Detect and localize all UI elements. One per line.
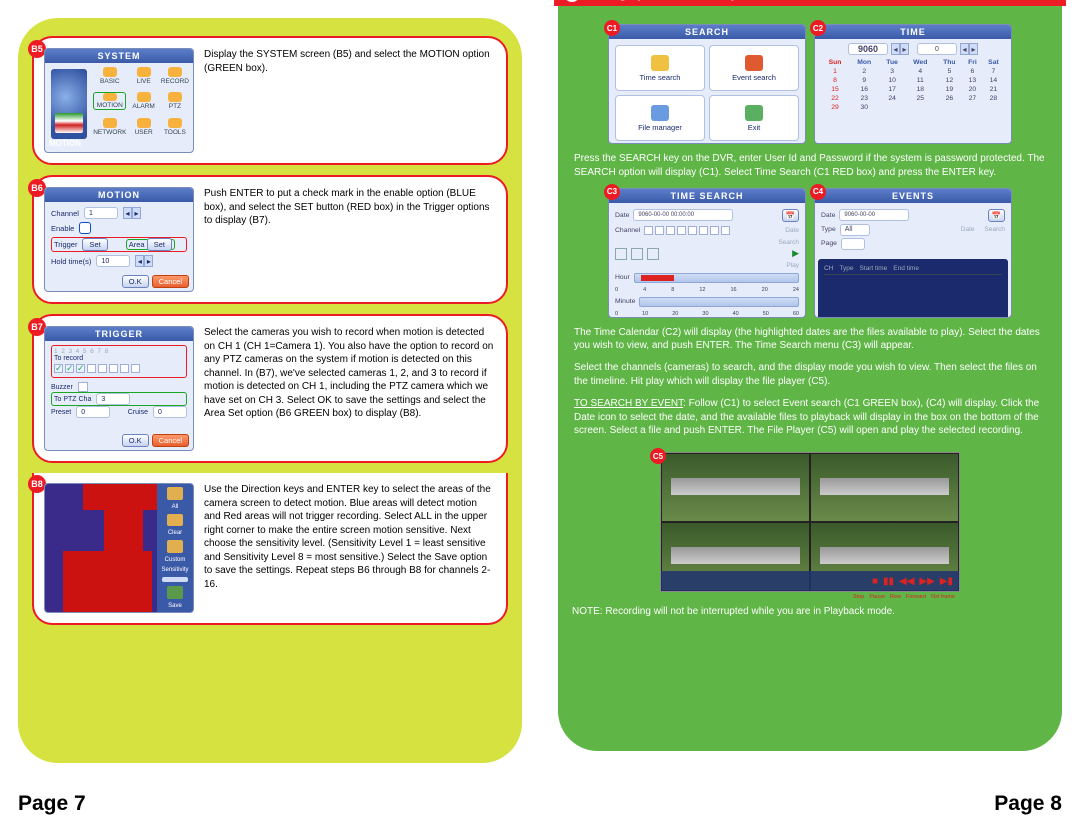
date-icon: 📅 xyxy=(988,209,1005,222)
ok-button: O.K xyxy=(122,434,149,447)
screenshot-time-search: TIME SEARCH Date9060-00-00 00:00:00📅 Cha… xyxy=(608,188,806,318)
event-search-item: Event search xyxy=(709,45,799,91)
record-icon: RECORD xyxy=(161,67,189,85)
buzzer-checkbox xyxy=(78,382,88,392)
channel-field: 1 xyxy=(84,207,118,219)
motion-title: MOTION xyxy=(45,188,193,202)
b7-text: Select the cameras you wish to record wh… xyxy=(204,326,496,421)
step-b7: B7 TRIGGER 1 2 3 4 5 6 7 8 To record Buz… xyxy=(32,314,508,463)
para-c2: The Time Calendar (C2) will display (the… xyxy=(574,326,1046,354)
para-c4: TO SEARCH BY EVENTTO SEARCH BY EVENT: Fo… xyxy=(574,397,1046,438)
alarm-icon: ALARM xyxy=(132,92,154,110)
page-number-right: Page 8 xyxy=(994,792,1062,816)
b6-text: Push ENTER to put a check mark in the en… xyxy=(204,187,496,228)
events-list: CHTypeStart timeEnd time xyxy=(818,259,1008,318)
enable-checkbox xyxy=(79,222,91,234)
badge-c3: C3 xyxy=(604,184,620,200)
badge-c1: C1 xyxy=(604,20,620,36)
player-controls: ■ ▮▮ ◀◀ ▶▶ ▶▮ xyxy=(661,571,959,591)
screenshot-motion: MOTION Channel1◂▸ Enable TriggerSetArea … xyxy=(44,187,194,292)
screenshot-time-cal: TIME 9060◂▸ 0◂▸ SunMonTueWedThuFriSat 12… xyxy=(814,24,1012,144)
step-b6: B6 MOTION Channel1◂▸ Enable TriggerSetAr… xyxy=(32,175,508,304)
screenshot-search: SEARCH Time search Event search File man… xyxy=(608,24,806,144)
file-manager-item: File manager xyxy=(615,95,705,141)
step-b5: B5 SYSTEM BASIC LIVE RECORD MOTION ALARM… xyxy=(32,36,508,165)
save-icon xyxy=(167,586,183,599)
para-c1: Press the SEARCH key on the DVR, enter U… xyxy=(574,152,1046,180)
screenshot-system: SYSTEM BASIC LIVE RECORD MOTION ALARM PT… xyxy=(44,48,194,153)
page-number-left: Page 7 xyxy=(18,792,86,816)
next-frame-icon: ▶▮ xyxy=(940,576,953,587)
sensitivity-slider xyxy=(162,577,188,582)
cancel-button: Cancel xyxy=(152,434,189,447)
exit-icon xyxy=(745,105,763,121)
stop-icon: ■ xyxy=(872,576,878,587)
custom-icon xyxy=(167,540,183,553)
pause-icon: ▮▮ xyxy=(883,576,894,587)
screenshot-events: EVENTS Date9060-00-00📅 TypeAllDate Searc… xyxy=(814,188,1012,318)
folder-icon xyxy=(651,105,669,121)
motion-side-panel: All Clear Custom Sensitivity Save xyxy=(157,484,193,612)
holdtime-field: 10 xyxy=(96,255,130,267)
basic-icon: BASIC xyxy=(93,67,126,85)
rew-icon: ◀◀ xyxy=(899,576,914,587)
calendar-table: SunMonTueWedThuFriSat 1234567 8910111213… xyxy=(821,58,1005,112)
event-icon xyxy=(745,55,763,71)
badge-c4: C4 xyxy=(810,184,826,200)
area-set-button: Set xyxy=(147,238,172,251)
para-c3: Select the channels (cameras) to search,… xyxy=(574,361,1046,389)
network-icon: NETWORK xyxy=(93,118,126,136)
user-icon: USER xyxy=(132,118,154,136)
playback-note: NOTE: Recording will not be interrupted … xyxy=(572,606,1048,617)
record-channel-checks xyxy=(54,364,184,373)
step-b8: B8 All Clear Custom Sensitivity Save Use… xyxy=(32,473,508,625)
motion-icon: MOTION xyxy=(93,92,126,110)
all-icon xyxy=(167,487,183,500)
system-title: SYSTEM xyxy=(45,49,193,63)
system-preview-graphic xyxy=(51,69,87,139)
trigger-title: TRIGGER xyxy=(45,327,193,341)
fwd-icon: ▶▶ xyxy=(919,576,934,587)
screenshot-file-player: ■ ▮▮ ◀◀ ▶▶ ▶▮ StopPauseRewForwardNxt fra… xyxy=(660,452,960,592)
clear-icon xyxy=(167,514,183,527)
section-c-title: Setting up the DVR to Playback Files xyxy=(586,0,795,1)
clock-icon xyxy=(651,55,669,71)
live-icon: LIVE xyxy=(132,67,154,85)
trigger-set-button: Set xyxy=(82,238,107,251)
screenshot-motion-grid: All Clear Custom Sensitivity Save xyxy=(44,483,194,613)
time-search-item: Time search xyxy=(615,45,705,91)
b8-text: Use the Direction keys and ENTER key to … xyxy=(204,483,496,591)
ptz-icon: PTZ xyxy=(161,92,189,110)
b5-text: Display the SYSTEM screen (B5) and selec… xyxy=(204,48,496,75)
section-c-circle: C xyxy=(564,0,580,2)
motion-label: MOTION xyxy=(49,139,81,148)
cancel-button: Cancel xyxy=(152,275,189,288)
play-icon: ▶ xyxy=(792,248,799,259)
screenshot-trigger: TRIGGER 1 2 3 4 5 6 7 8 To record Buzzer… xyxy=(44,326,194,451)
system-icon-grid: BASIC LIVE RECORD MOTION ALARM PTZ NETWO… xyxy=(93,67,189,141)
tools-icon: TOOLS xyxy=(161,118,189,136)
badge-c2: C2 xyxy=(810,20,826,36)
exit-item: Exit xyxy=(709,95,799,141)
date-icon: 📅 xyxy=(782,209,799,222)
ok-button: O.K xyxy=(122,275,149,288)
